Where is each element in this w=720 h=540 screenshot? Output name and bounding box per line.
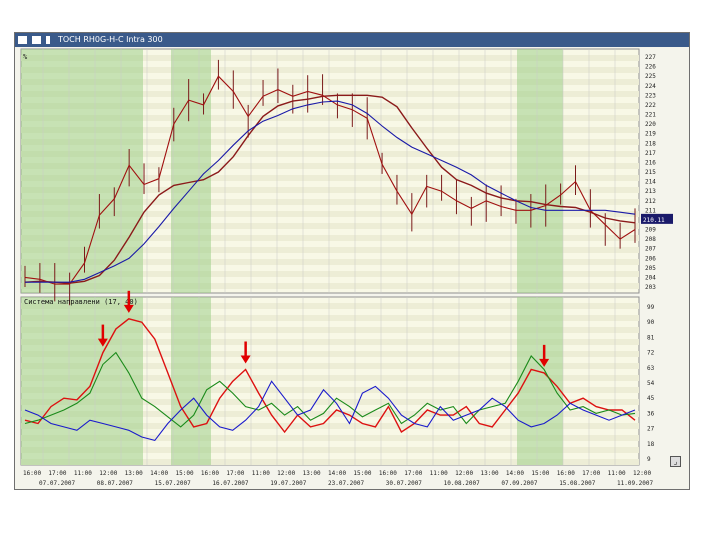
session-band bbox=[171, 297, 211, 465]
time-tick-label: 15:00 bbox=[353, 470, 371, 477]
price-tick-label: 217 bbox=[645, 150, 656, 157]
time-tick-label: 11:00 bbox=[252, 470, 270, 477]
price-tick-label: 214 bbox=[645, 179, 656, 186]
time-tick-label: 12:00 bbox=[633, 470, 651, 477]
price-tick-label: 222 bbox=[645, 102, 656, 109]
time-tick-label: 14:00 bbox=[328, 470, 346, 477]
date-tick-label: 07.09.2007 bbox=[501, 480, 538, 487]
time-tick-label: 13:00 bbox=[481, 470, 499, 477]
price-tick-label: 203 bbox=[645, 284, 656, 291]
last-value-label: 210.11 bbox=[643, 217, 665, 224]
time-tick-label: 15:00 bbox=[176, 470, 194, 477]
osc-tick-label: 45 bbox=[647, 395, 655, 402]
date-tick-label: 07.07.2007 bbox=[39, 480, 76, 487]
time-tick-label: 17:00 bbox=[582, 470, 600, 477]
time-tick-label: 16:00 bbox=[379, 470, 397, 477]
time-tick-label: 17:00 bbox=[404, 470, 422, 477]
osc-tick-label: 36 bbox=[647, 410, 655, 417]
time-tick-label: 12:00 bbox=[99, 470, 117, 477]
price-tick-label: 207 bbox=[645, 246, 656, 253]
price-tick-label: 205 bbox=[645, 265, 656, 272]
price-tick-label: 223 bbox=[645, 92, 656, 99]
price-tick-label: 208 bbox=[645, 236, 656, 243]
price-tick-label: 215 bbox=[645, 169, 656, 176]
price-tick-label: 209 bbox=[645, 227, 656, 234]
time-tick-label: 14:00 bbox=[150, 470, 168, 477]
window-titlebar: TOCH RH0G-H-C Intra 300 bbox=[15, 33, 689, 47]
price-tick-label: 220 bbox=[645, 121, 656, 128]
price-tick-label: 226 bbox=[645, 64, 656, 71]
time-tick-label: 12:00 bbox=[455, 470, 473, 477]
time-tick-label: 13:00 bbox=[125, 470, 143, 477]
window-title: TOCH RH0G-H-C Intra 300 bbox=[58, 35, 163, 44]
date-tick-label: 23.07.2007 bbox=[328, 480, 365, 487]
osc-tick-label: 18 bbox=[647, 441, 655, 448]
resize-grip-icon[interactable]: ⌟ bbox=[670, 456, 681, 467]
time-tick-label: 12:00 bbox=[277, 470, 295, 477]
session-band bbox=[517, 49, 563, 293]
price-tick-label: 206 bbox=[645, 255, 656, 262]
date-tick-label: 30.07.2007 bbox=[386, 480, 423, 487]
flag-icon[interactable] bbox=[46, 36, 50, 44]
time-tick-label: 11:00 bbox=[74, 470, 92, 477]
chart-area: 227 226 225 224 223 222 221 220 219 218 217 216 215 2… bbox=[20, 48, 673, 487]
date-tick-label: 16.07.2007 bbox=[212, 480, 249, 487]
chart-window: TOCH RH0G-H-C Intra 300 227 226 225 224 223 2… bbox=[14, 32, 690, 490]
session-band bbox=[171, 49, 211, 293]
time-tick-label: 17:00 bbox=[48, 470, 66, 477]
grid-icon[interactable] bbox=[32, 36, 41, 44]
date-tick-label: 15.07.2007 bbox=[155, 480, 192, 487]
time-tick-label: 17:00 bbox=[226, 470, 244, 477]
osc-tick-label: 63 bbox=[647, 365, 655, 372]
time-tick-label: 16:00 bbox=[23, 470, 41, 477]
time-tick-label: 16:00 bbox=[201, 470, 219, 477]
date-tick-label: 10.08.2007 bbox=[444, 480, 481, 487]
time-tick-label: 14:00 bbox=[506, 470, 524, 477]
price-tick-label: 219 bbox=[645, 131, 656, 138]
time-tick-label: 11:00 bbox=[608, 470, 626, 477]
price-tick-label: 216 bbox=[645, 159, 656, 166]
osc-tick-label: 99 bbox=[647, 304, 655, 311]
time-tick-label: 13:00 bbox=[303, 470, 321, 477]
osc-tick-label: 90 bbox=[647, 319, 655, 326]
price-tick-label: 211 bbox=[645, 207, 656, 214]
osc-tick-label: 54 bbox=[647, 380, 655, 387]
time-tick-label: 15:00 bbox=[531, 470, 549, 477]
osc-legend: Система направлени (17, 40) bbox=[24, 298, 138, 306]
date-tick-label: 08.07.2007 bbox=[97, 480, 134, 487]
price-tick-label: 221 bbox=[645, 112, 656, 119]
price-tick-label: 218 bbox=[645, 140, 656, 147]
osc-tick-label: 27 bbox=[647, 426, 655, 433]
osc-tick-label: 72 bbox=[647, 350, 655, 357]
price-tick-label: 225 bbox=[645, 73, 656, 80]
session-band bbox=[21, 49, 143, 293]
date-tick-label: 19.07.2007 bbox=[270, 480, 307, 487]
price-tick-label: 224 bbox=[645, 83, 656, 90]
session-band bbox=[517, 297, 563, 465]
date-tick-label: 11.09.2007 bbox=[617, 480, 654, 487]
price-tick-label: 213 bbox=[645, 188, 656, 195]
osc-tick-label: 81 bbox=[647, 334, 655, 341]
osc-tick-label: 9 bbox=[647, 456, 651, 463]
price-tick-label: 212 bbox=[645, 198, 656, 205]
price-tick-label: 227 bbox=[645, 54, 656, 61]
time-tick-label: 16:00 bbox=[557, 470, 575, 477]
date-tick-label: 15.08.2007 bbox=[559, 480, 596, 487]
time-tick-label: 11:00 bbox=[430, 470, 448, 477]
price-tick-label: 204 bbox=[645, 274, 656, 281]
chart-window-icon[interactable] bbox=[18, 36, 27, 44]
